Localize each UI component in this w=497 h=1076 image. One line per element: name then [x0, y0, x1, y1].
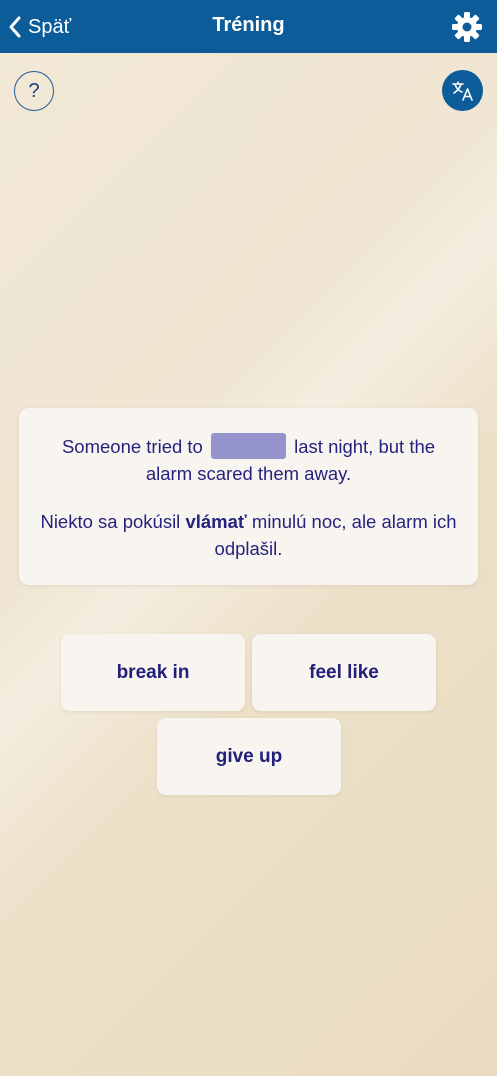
exercise-translation: Niekto sa pokúsil vlámať minulú noc, ale…	[39, 508, 458, 562]
gear-icon	[452, 12, 482, 42]
sentence-before: Someone tried to	[61, 436, 203, 457]
translation-after: minulú noc, ale alarm ich odplašil.	[214, 511, 457, 559]
answer-option-give-up[interactable]: give up	[157, 718, 341, 795]
answer-option-feel-like[interactable]: feel like	[252, 634, 436, 711]
translate-icon	[451, 80, 473, 101]
translation-before: Niekto sa pokúsil	[40, 511, 181, 532]
settings-button[interactable]	[451, 11, 483, 43]
help-button[interactable]: ?	[14, 71, 54, 111]
top-bar: Späť Tréning	[0, 0, 497, 53]
exercise-card: Someone tried to last night, but the ala…	[19, 408, 478, 585]
exercise-sentence: Someone tried to last night, but the ala…	[45, 433, 452, 487]
question-mark-icon: ?	[28, 79, 40, 102]
page-title: Tréning	[212, 14, 285, 36]
translation-highlight: vlámať	[185, 511, 247, 532]
answer-blank	[211, 433, 286, 459]
answer-option-break-in[interactable]: break in	[61, 634, 245, 711]
translate-button[interactable]	[442, 70, 483, 111]
